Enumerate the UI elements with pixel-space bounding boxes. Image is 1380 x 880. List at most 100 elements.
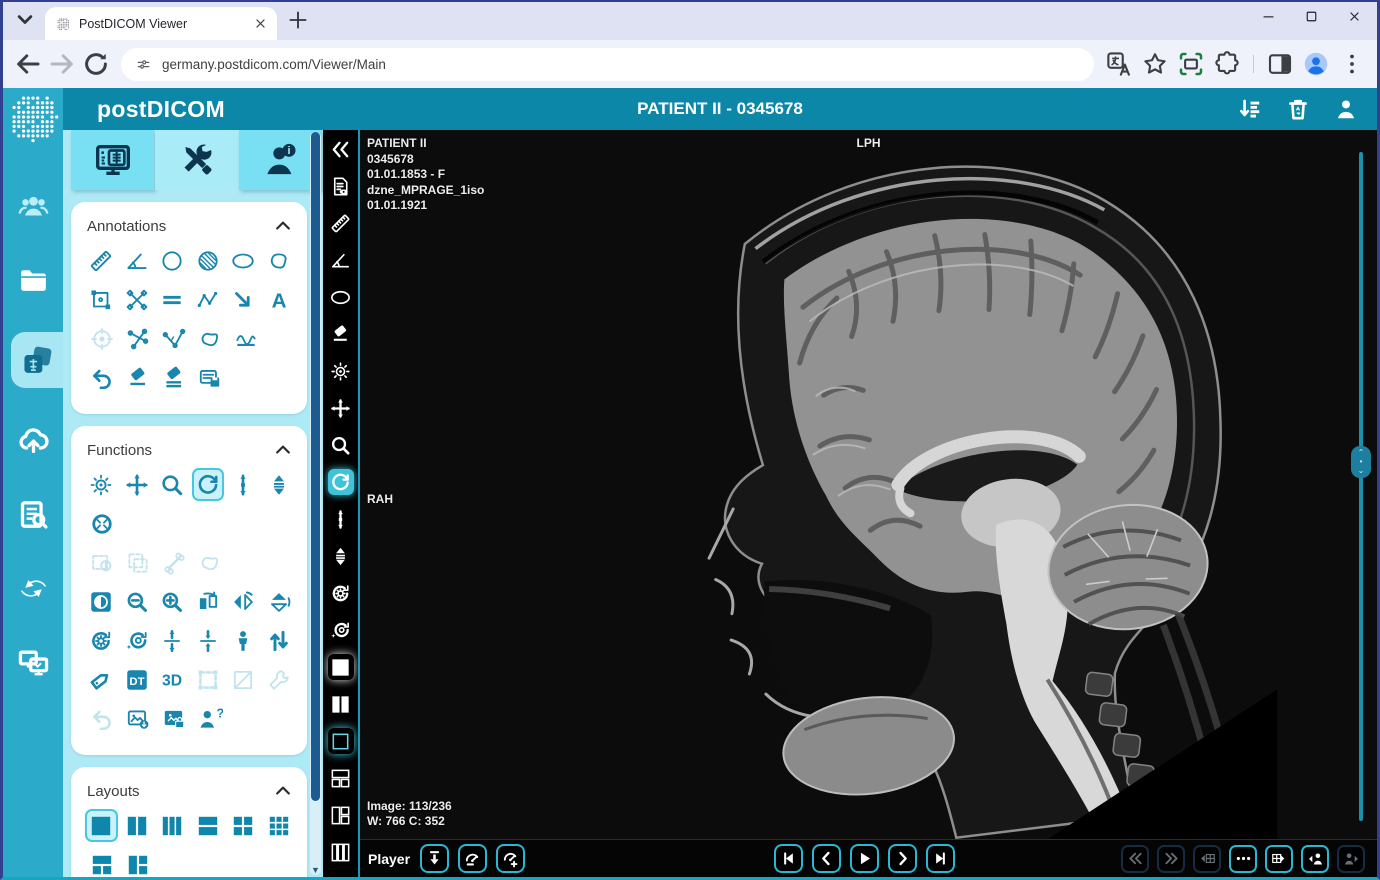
layout-1-left-2-right-button[interactable] [121,848,154,877]
reset-rotation-button[interactable] [85,624,118,657]
play-button[interactable] [850,844,879,873]
browser-menu-icon[interactable] [1337,49,1367,79]
speed-down-button[interactable] [458,844,487,873]
reload-button[interactable] [81,49,111,79]
previous-image-button[interactable] [812,844,841,873]
pan-tool-button[interactable] [121,468,154,501]
sort-order-tool-button[interactable] [263,624,296,657]
layout-2x2-button[interactable] [227,809,260,842]
viewer-tab[interactable] [71,130,154,190]
screen-capture-icon[interactable] [1176,49,1206,79]
sidebar-item-patients[interactable] [3,184,63,228]
zoom-tool-button[interactable] [328,432,354,458]
minimize-button[interactable] [1260,8,1277,25]
rotate-page-tool-button[interactable] [192,585,225,618]
zoom-tool-button[interactable] [156,468,189,501]
collapse-panel-button[interactable] [328,136,354,162]
open-angle-tool-button[interactable] [157,322,190,355]
reset-rotation-button[interactable] [328,580,354,606]
eraser-tool-button[interactable] [328,321,354,347]
expand-vertical-tool-button[interactable] [156,624,189,657]
layout-1-top-2-bottom-button[interactable] [85,848,118,877]
export-image-button[interactable] [121,702,154,735]
speed-up-button[interactable] [496,844,525,873]
arrow-tool-button[interactable] [227,283,260,316]
back-button[interactable] [13,49,43,79]
cine-tool-button[interactable] [263,468,296,501]
address-bar[interactable]: germany.postdicom.com/Viewer/Main [121,48,1094,81]
save-annotations-button[interactable] [193,361,226,394]
polyline-tool-button[interactable] [192,283,225,316]
layout-2-col-button[interactable] [328,691,354,717]
sidebar-item-worklist[interactable] [3,492,63,536]
zoom-in-tool-button[interactable] [156,585,189,618]
ruler-tool-button[interactable] [328,210,354,236]
side-panel-icon[interactable] [1265,49,1295,79]
sort-list-button[interactable] [1237,96,1263,122]
layout-3-col-button[interactable] [328,839,354,865]
angle-tool-button[interactable] [121,244,154,277]
ruler-tool-button[interactable] [85,244,118,277]
layout-2-row-button[interactable] [192,809,225,842]
rotate-tool-button[interactable] [328,469,354,495]
collapse-chevron-icon[interactable] [273,781,293,801]
layout-1-top-2-bottom-button[interactable] [328,765,354,791]
cine-tool-button[interactable] [328,543,354,569]
erase-annotation-button[interactable] [121,361,154,394]
secure-image-button[interactable] [157,702,190,735]
sidebar-item-folders[interactable] [3,258,63,302]
collapse-chevron-icon[interactable] [273,440,293,460]
view-report-button[interactable] [328,173,354,199]
previous-patient-button[interactable] [1301,845,1329,873]
series-list-button[interactable] [1229,845,1257,873]
site-info-icon[interactable] [135,56,152,73]
rectangle-roi-tool-button[interactable] [85,283,118,316]
ellipse-tool-button[interactable] [227,244,260,277]
layout-3-col-button[interactable] [156,809,189,842]
freehand-tool-button[interactable] [263,244,296,277]
close-button[interactable] [1346,8,1363,25]
3d-tool-button[interactable]: 3D [156,663,189,696]
window-level-tool-button[interactable] [85,468,118,501]
mri-viewport[interactable]: PATIENT II 0345678 01.01.1853 - F dzne_M… [360,130,1377,839]
account-button[interactable] [1333,96,1359,122]
panel-scrollbar[interactable]: ▼ [310,132,321,875]
erase-all-annotations-button[interactable] [157,361,190,394]
closed-freehand-tool-button[interactable] [193,322,226,355]
cobb-angle-tool-button[interactable] [121,322,154,355]
download-series-button[interactable] [420,844,449,873]
tab-close-icon[interactable] [252,15,269,32]
layout-1x1-button[interactable] [328,654,354,680]
circle-tool-button[interactable] [156,244,189,277]
layout-1-left-2-right-button[interactable] [328,802,354,828]
window-level-tool-button[interactable] [328,358,354,384]
pan-tool-button[interactable] [328,395,354,421]
zoom-out-tool-button[interactable] [121,585,154,618]
flip-vertical-tool-button[interactable] [263,585,296,618]
new-tab-button[interactable] [285,9,311,35]
reset-window-level-button[interactable] [328,617,354,643]
collapse-chevron-icon[interactable] [273,216,293,236]
layout-3x3-button[interactable] [263,809,296,842]
layout-2-col-button[interactable] [121,809,154,842]
sidebar-item-share-screens[interactable] [3,640,63,684]
patient-orientation-tool-button[interactable] [227,624,260,657]
flip-horizontal-tool-button[interactable] [227,585,260,618]
scrollbar-thumb[interactable] [311,132,320,801]
bookmark-star-icon[interactable] [1140,49,1170,79]
angle-tool-button[interactable] [328,247,354,273]
next-series-button[interactable] [1265,845,1293,873]
current-layout-button[interactable] [328,728,354,754]
ellipse-tool-button[interactable] [328,284,354,310]
parallel-lines-tool-button[interactable] [156,283,189,316]
tags-tool-button[interactable] [85,663,118,696]
extensions-icon[interactable] [1212,49,1242,79]
tools-tab[interactable] [155,130,238,190]
collapse-vertical-tool-button[interactable] [192,624,225,657]
scrollbar-down-arrow[interactable]: ▼ [310,865,321,875]
scroll-stack-tool-button[interactable] [328,506,354,532]
sidebar-item-studies[interactable] [11,332,63,388]
layout-3-row-button[interactable] [328,876,354,877]
text-tool-button[interactable]: A [263,283,296,316]
browser-tab[interactable]: PostDICOM Viewer [45,7,277,40]
